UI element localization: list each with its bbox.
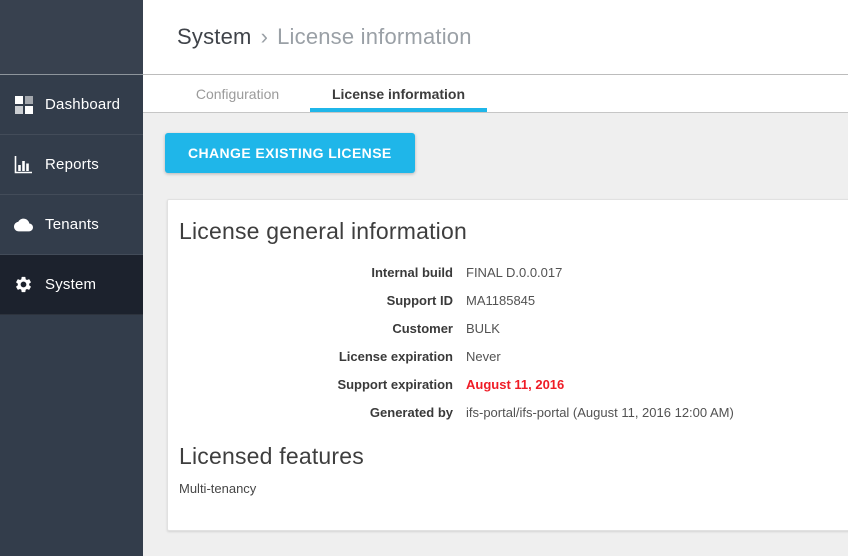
field-row-generated-by: Generated by ifs-portal/ifs-portal (Augu… (168, 399, 848, 427)
field-row-license-expiration: License expiration Never (168, 343, 848, 371)
sidebar-item-tenants[interactable]: Tenants (0, 195, 143, 255)
sidebar: Dashboard Reports Tenants (0, 0, 143, 556)
breadcrumb: System › License information (177, 24, 472, 50)
sidebar-item-label: Dashboard (45, 96, 120, 113)
field-row-customer: Customer BULK (168, 315, 848, 343)
breadcrumb-current: License information (277, 24, 472, 49)
dashboard-grid-icon (14, 95, 33, 114)
field-row-support-id: Support ID MA1185845 (168, 287, 848, 315)
field-value: Never (466, 343, 848, 371)
field-label: Customer (168, 315, 453, 343)
field-value: ifs-portal/ifs-portal (August 11, 2016 1… (466, 399, 848, 427)
field-value: FINAL D.0.0.017 (466, 259, 848, 287)
sidebar-item-reports[interactable]: Reports (0, 135, 143, 195)
sidebar-item-label: Tenants (45, 216, 99, 233)
tab-label: Configuration (196, 86, 279, 102)
content-area: CHANGE EXISTING LICENSE License general … (143, 113, 848, 556)
page-header: System › License information (143, 0, 848, 75)
active-tab-underline (310, 108, 487, 112)
breadcrumb-parent[interactable]: System (177, 24, 252, 49)
support-expiration-date: August 11, 2016 (466, 371, 848, 399)
sidebar-item-label: Reports (45, 156, 99, 173)
field-label: Generated by (168, 399, 453, 427)
license-general-heading: License general information (179, 218, 848, 245)
tab-bar: Configuration License information (143, 75, 848, 113)
sidebar-item-dashboard[interactable]: Dashboard (0, 75, 143, 135)
feature-item: Multi-tenancy (179, 480, 848, 498)
breadcrumb-separator-icon: › (261, 24, 269, 49)
change-existing-license-button[interactable]: CHANGE EXISTING LICENSE (165, 133, 415, 173)
sidebar-item-system[interactable]: System (0, 255, 143, 315)
field-label: License expiration (168, 343, 453, 371)
field-label: Support expiration (168, 371, 453, 399)
tab-label: License information (332, 86, 465, 102)
app-window: Dashboard Reports Tenants (0, 0, 848, 556)
field-row-internal-build: Internal build FINAL D.0.0.017 (168, 259, 848, 287)
field-value: BULK (466, 315, 848, 343)
gear-icon (14, 275, 33, 294)
bar-chart-icon (14, 155, 33, 174)
sidebar-logo-area (0, 0, 143, 75)
field-label: Support ID (168, 287, 453, 315)
tab-configuration[interactable]: Configuration (165, 75, 310, 112)
main-area: System › License information Configuration… (143, 0, 848, 556)
sidebar-item-label: System (45, 276, 96, 293)
cloud-icon (14, 215, 33, 234)
field-label: Internal build (168, 259, 453, 287)
field-row-support-expiration: Support expiration August 11, 2016 (168, 371, 848, 399)
licensed-features-heading: Licensed features (179, 443, 848, 470)
field-value: MA1185845 (466, 287, 848, 315)
tab-license-information[interactable]: License information (310, 75, 487, 112)
license-info-card: License general information Internal bui… (167, 199, 848, 531)
